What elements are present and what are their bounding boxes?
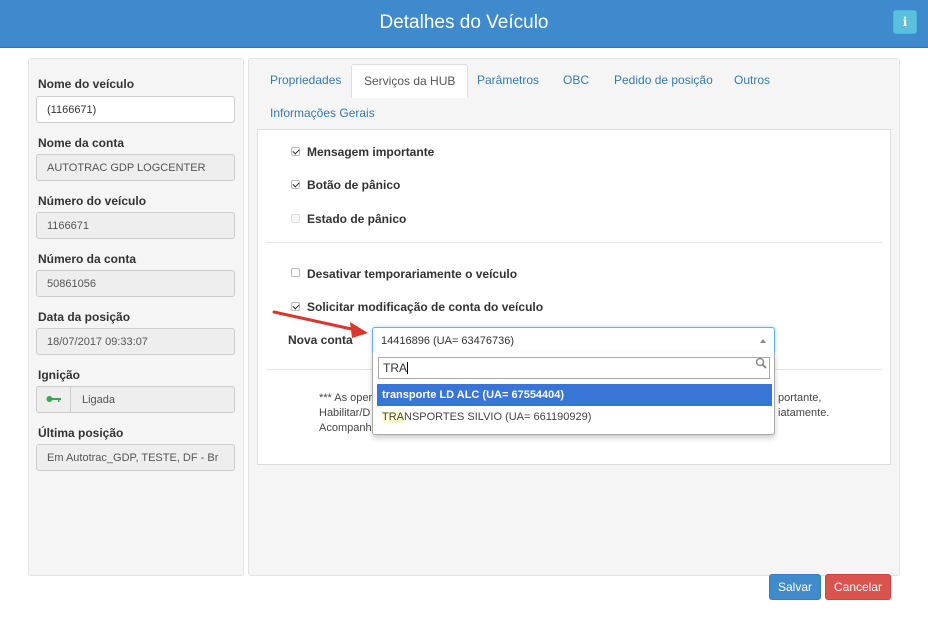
vehicle-number-label: Número do veículo: [38, 194, 147, 208]
account-number-label: Número da conta: [38, 252, 137, 266]
panic-button-checkbox[interactable]: [291, 180, 300, 189]
account-search-input[interactable]: TRA: [378, 357, 770, 379]
deactivate-vehicle-label: Desativar temporariamente o veículo: [307, 267, 518, 281]
last-position-field: Em Autotrac_GDP, TESTE, DF - Br: [36, 444, 235, 471]
note-line-1-end: portante,: [778, 392, 822, 404]
tab-obc[interactable]: OBC: [563, 64, 589, 96]
vehicle-name-label: Nome do veículo: [38, 77, 135, 91]
account-name-label: Nome da conta: [38, 136, 125, 150]
caret-up-icon: [760, 339, 766, 343]
important-message-checkbox[interactable]: [291, 147, 300, 156]
new-account-select[interactable]: 14416896 (UA= 63476736): [372, 327, 775, 354]
save-button[interactable]: Salvar: [769, 574, 821, 600]
account-number-field: 50861056: [36, 270, 235, 297]
key-icon: [37, 387, 71, 412]
new-account-label: Nova conta: [288, 333, 353, 347]
tab-informacoes-gerais[interactable]: Informações Gerais: [270, 97, 375, 129]
tab-parametros[interactable]: Parâmetros: [477, 64, 539, 96]
ignition-field: Ligada: [36, 386, 235, 413]
divider: [266, 242, 882, 243]
account-option[interactable]: TRANSPORTES SILVIO (UA= 661190929): [377, 406, 772, 428]
info-icon[interactable]: i: [893, 10, 917, 34]
position-date-field: 18/07/2017 09:33:07: [36, 328, 235, 355]
deactivate-vehicle-checkbox[interactable]: [291, 268, 300, 277]
note-line-2-end: iatamente.: [778, 407, 830, 419]
tab-propriedades[interactable]: Propriedades: [270, 64, 341, 96]
tab-outros[interactable]: Outros: [734, 64, 770, 96]
panic-state-checkbox: [291, 214, 300, 223]
last-position-label: Última posição: [38, 426, 124, 440]
vehicle-number-field: 1166671: [36, 212, 235, 239]
note-line-1-start: *** As oper: [319, 392, 373, 404]
position-date-label: Data da posição: [38, 310, 131, 324]
dialog-header: Detalhes do Veículo i: [0, 0, 928, 48]
panic-state-label: Estado de pânico: [307, 212, 407, 226]
note-line-2-start: Habilitar/D: [319, 407, 371, 419]
note-line-3-start: Acompanh: [319, 422, 372, 434]
cancel-button[interactable]: Cancelar: [825, 574, 891, 600]
new-account-dropdown: TRA transporte LD ALC (UA= 67554404) TRA…: [372, 353, 775, 435]
account-name-field: AUTOTRAC GDP LOGCENTER: [36, 154, 235, 181]
dialog-title: Detalhes do Veículo: [379, 12, 549, 33]
tab-pedido-posicao[interactable]: Pedido de posição: [614, 64, 713, 96]
vehicle-summary-panel: Nome do veículo (1166671) Nome da conta …: [28, 58, 244, 576]
ignition-value: Ligada: [82, 394, 116, 406]
account-option[interactable]: transporte LD ALC (UA= 67554404): [377, 384, 772, 406]
new-account-selected-value: 14416896 (UA= 63476736): [381, 335, 515, 347]
panic-button-label: Botão de pânico: [307, 178, 401, 192]
ignition-label: Ignição: [38, 368, 81, 382]
important-message-label: Mensagem importante: [307, 145, 435, 159]
vehicle-name-input[interactable]: (1166671): [36, 96, 235, 123]
tab-servicos-hub[interactable]: Serviços da HUB: [351, 64, 469, 98]
search-icon: [755, 357, 767, 369]
